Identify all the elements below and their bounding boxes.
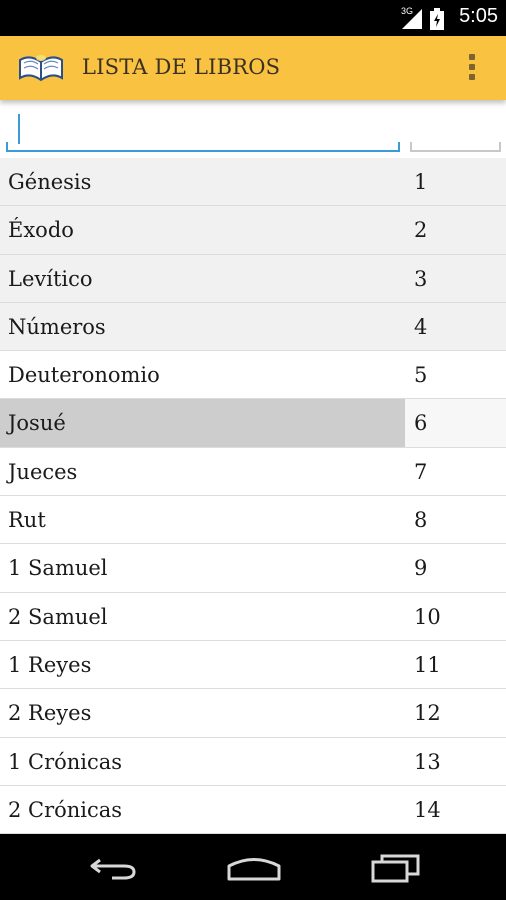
book-name[interactable]: Josué [0,399,405,447]
home-icon[interactable] [226,852,282,882]
book-number[interactable]: 1 [405,158,506,206]
recents-icon[interactable] [370,852,422,884]
book-name[interactable]: Deuteronomio [0,351,405,398]
book-name[interactable]: Génesis [0,158,405,206]
book-row[interactable]: 1 Reyes 11 [0,641,506,690]
text-cursor [18,114,20,144]
book-name[interactable]: Rut [0,496,405,543]
book-number[interactable]: 13 [405,738,506,785]
book-name[interactable]: Éxodo [0,206,405,254]
book-number[interactable]: 12 [405,689,506,736]
navigation-bar [0,834,506,900]
status-bar: 3G 5:05 [0,0,506,36]
book-number-filter-input[interactable] [410,112,501,152]
signal-icon [402,9,422,29]
book-number[interactable]: 10 [405,593,506,640]
battery-icon [430,8,444,30]
book-row[interactable]: 2 Reyes 12 [0,689,506,738]
book-row[interactable]: Levítico 3 [0,254,506,303]
book-name[interactable]: Jueces [0,448,405,495]
open-book-icon[interactable] [18,50,64,84]
page-title: LISTA DE LIBROS [82,55,281,79]
book-name[interactable]: Números [0,302,405,351]
book-row[interactable]: 2 Samuel 10 [0,593,506,641]
book-number[interactable]: 9 [405,544,506,591]
book-row[interactable]: Deuteronomio 5 [0,351,506,400]
book-number[interactable]: 3 [405,254,506,302]
book-row[interactable]: Rut 8 [0,496,506,545]
book-row[interactable]: Éxodo 2 [0,206,506,255]
book-name[interactable]: 2 Samuel [0,593,405,640]
book-number[interactable]: 14 [405,786,506,833]
book-row[interactable]: 2 Crónicas 14 [0,786,506,834]
book-row[interactable]: 1 Samuel 9 [0,544,506,593]
back-icon[interactable] [88,852,138,882]
book-name-filter-input[interactable] [6,112,400,152]
book-name[interactable]: Levítico [0,254,405,302]
overflow-menu-icon[interactable] [468,54,476,84]
book-number[interactable]: 11 [405,641,506,688]
book-list[interactable]: Génesis 1 Éxodo 2 Levítico 3 Números 4 D… [0,158,506,834]
book-number[interactable]: 5 [405,351,506,398]
book-row[interactable]: 1 Crónicas 13 [0,738,506,786]
filter-bar [0,100,506,158]
book-row[interactable]: Génesis 1 [0,158,506,207]
book-number[interactable]: 8 [405,496,506,543]
book-row[interactable]: Números 4 [0,302,506,352]
book-name[interactable]: 2 Reyes [0,689,405,736]
book-name[interactable]: 1 Reyes [0,641,405,688]
book-name[interactable]: 2 Crónicas [0,786,405,833]
book-number[interactable]: 7 [405,448,506,495]
book-number[interactable]: 6 [405,399,506,447]
book-number[interactable]: 4 [405,302,506,351]
clock: 5:05 [459,5,498,27]
action-bar: LISTA DE LIBROS [0,36,506,100]
book-row[interactable]: Jueces 7 [0,448,506,497]
book-name[interactable]: 1 Samuel [0,544,405,591]
book-name[interactable]: 1 Crónicas [0,738,405,785]
book-number[interactable]: 2 [405,206,506,254]
book-row-selected[interactable]: Josué 6 [0,399,506,448]
